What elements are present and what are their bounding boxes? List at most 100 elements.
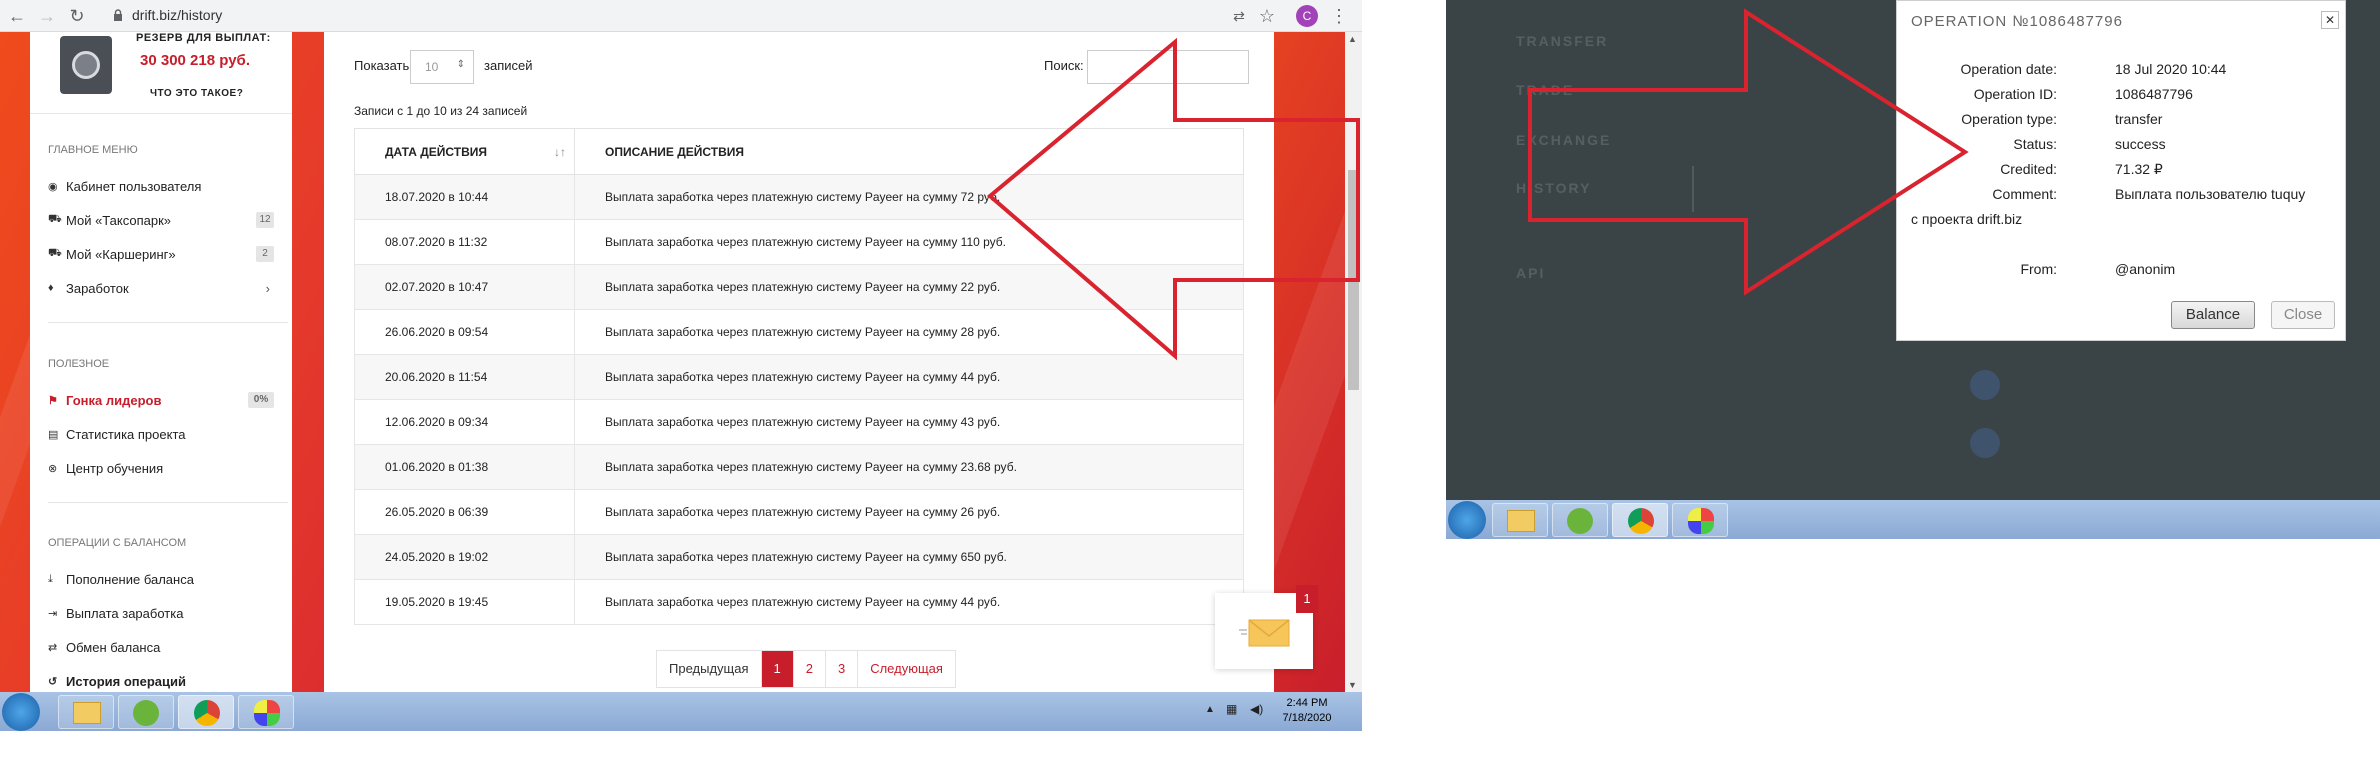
cell-date: 26.05.2020 в 06:39 [354, 489, 575, 535]
pagination-page-2[interactable]: 2 [794, 651, 826, 687]
clock-date: 7/18/2020 [1282, 712, 1332, 724]
sidebar-item-carsharing[interactable]: ⛟ Мой «Каршеринг» 2 [48, 243, 288, 265]
sidebar: РЕЗЕРВ ДЛЯ ВЫПЛАТ: 30 300 218 руб. ЧТО Э… [30, 32, 292, 692]
bg-menu-history: HISTORY [1516, 180, 1592, 196]
back-icon[interactable]: ← [6, 5, 28, 27]
dashboard-icon: ◉ [48, 180, 58, 193]
withdraw-icon: ⇥ [48, 607, 58, 620]
volume-icon[interactable]: ◀) [1250, 702, 1263, 716]
explorer-icon[interactable] [1492, 503, 1548, 537]
sort-updown-icon: ⇕ [456, 59, 465, 70]
pagination-prev[interactable]: Предыдущая [657, 651, 762, 687]
reload-icon[interactable]: ↻ [66, 5, 88, 27]
sidebar-item-stats[interactable]: ▤ Статистика проекта [48, 423, 288, 445]
sidebar-item-deposit[interactable]: ⤓ Пополнение баланса [48, 568, 288, 590]
history-icon: ↺ [48, 675, 58, 688]
sidebar-item-label: Центр обучения [66, 460, 164, 476]
history-panel: Показать 10 ⇕ записей Поиск: Записи с 1 … [324, 32, 1274, 692]
column-header-description[interactable]: ОПИСАНИЕ ДЕЙСТВИЯ [574, 128, 1244, 175]
page-size-select[interactable]: 10 ⇕ [410, 50, 474, 84]
sidebar-item-label: Кабинет пользователя [66, 178, 202, 194]
table-row: 19.05.2020 в 19:45 Выплата заработка чере… [354, 579, 1244, 625]
close-icon[interactable]: ✕ [2321, 11, 2339, 29]
tray-clock[interactable]: 2:44 PM 7/18/2020 [1272, 696, 1342, 726]
column-header-date[interactable]: ДАТА ДЕЙСТВИЯ ↓↑ [354, 128, 575, 175]
chrome-icon[interactable] [1612, 503, 1668, 537]
search-input[interactable] [1087, 50, 1249, 84]
sidebar-item-label: Обмен баланса [66, 639, 161, 655]
paint-icon[interactable] [1672, 503, 1728, 537]
show-label: Показать [354, 58, 410, 73]
forward-icon[interactable]: → [36, 5, 58, 27]
sidebar-item-learning[interactable]: ⊗ Центр обучения [48, 457, 288, 479]
history-table: ДАТА ДЕЙСТВИЯ ↓↑ ОПИСАНИЕ ДЕЙСТВИЯ 18.07.… [354, 128, 1244, 625]
field-value: 71.32 ₽ [2115, 161, 2163, 177]
bg-avatar-icon [1970, 370, 2000, 400]
table-row: 20.06.2020 в 11:54 Выплата заработка чере… [354, 354, 1244, 400]
table-row: 26.05.2020 в 06:39 Выплата заработка чере… [354, 489, 1244, 535]
browser-toolbar: ← → ↻ drift.biz/history ⇄ ☆ C ⋮ [0, 0, 1362, 32]
sidebar-item-dashboard[interactable]: ◉ Кабинет пользователя [48, 175, 288, 197]
field-value: Выплата пользователю tuquy [2115, 186, 2306, 202]
cell-description: Выплата заработка через платежную систем… [574, 264, 1244, 310]
records-label: записей [484, 58, 533, 73]
sidebar-item-label: Мой «Таксопарк» [66, 212, 172, 228]
pagination-page-1[interactable]: 1 [761, 651, 794, 687]
address-bar[interactable]: drift.biz/history [132, 7, 222, 23]
sidebar-item-exchange[interactable]: ⇄ Обмен баланса [48, 636, 288, 658]
sidebar-item-earnings[interactable]: ♦ Заработок › [48, 277, 288, 299]
pagination: Предыдущая 1 2 3 Следующая [656, 650, 956, 688]
bg-menu-trade: TRADE [1516, 82, 1575, 98]
from-label: From: [2020, 261, 2057, 277]
divider [48, 322, 288, 323]
sidebar-item-history[interactable]: ↺ История операций [48, 670, 288, 692]
cell-date: 24.05.2020 в 19:02 [354, 534, 575, 580]
lock-icon [114, 9, 122, 21]
close-button[interactable]: Close [2271, 301, 2335, 329]
scroll-down-icon[interactable]: ▼ [1348, 680, 1357, 690]
useful-title: ПОЛЕЗНОЕ [48, 358, 110, 370]
explorer-icon[interactable] [58, 695, 114, 729]
main-menu-title: ГЛАВНОЕ МЕНЮ [48, 144, 138, 156]
utorrent-icon[interactable] [1552, 503, 1608, 537]
sidebar-item-label: Пополнение баланса [66, 571, 194, 587]
scrollbar-thumb[interactable] [1348, 170, 1359, 390]
what-is-it-link[interactable]: ЧТО ЭТО ТАКОЕ? [150, 88, 243, 99]
cell-description: Выплата заработка через платежную систем… [574, 309, 1244, 355]
table-header: ДАТА ДЕЙСТВИЯ ↓↑ ОПИСАНИЕ ДЕЙСТВИЯ [354, 128, 1244, 175]
cell-description: Выплата заработка через платежную систем… [574, 579, 1244, 625]
field-label: Operation ID: [1973, 86, 2057, 102]
divider [1692, 166, 1694, 212]
pagination-next[interactable]: Следующая [858, 651, 955, 687]
tray-expand-icon[interactable]: ▲ [1205, 704, 1215, 715]
reserve-card: РЕЗЕРВ ДЛЯ ВЫПЛАТ: 30 300 218 руб. ЧТО Э… [30, 32, 292, 114]
pagination-page-3[interactable]: 3 [826, 651, 859, 687]
field-label: Credited: [2000, 161, 2057, 177]
translate-icon[interactable]: ⇄ [1228, 5, 1250, 27]
sidebar-item-label: Мой «Каршеринг» [66, 246, 176, 262]
utorrent-icon[interactable] [118, 695, 174, 729]
exchange-icon: ⇄ [48, 641, 58, 654]
field-value: transfer [2115, 111, 2163, 127]
percent-badge: 0% [248, 392, 274, 408]
start-button-icon[interactable] [1448, 501, 1486, 539]
start-button-icon[interactable] [2, 693, 40, 731]
network-icon[interactable]: ▦ [1226, 702, 1237, 716]
cell-description: Выплата заработка через платежную систем… [574, 489, 1244, 535]
sidebar-item-label: Выплата заработка [66, 605, 184, 621]
paint-icon[interactable] [238, 695, 294, 729]
column-header-label: ОПИСАНИЕ ДЕЙСТВИЯ [605, 144, 745, 159]
sidebar-item-withdraw[interactable]: ⇥ Выплата заработка [48, 602, 288, 624]
sidebar-item-leaders-race[interactable]: ⚑ Гонка лидеров 0% [48, 389, 288, 411]
profile-avatar[interactable]: C [1296, 5, 1318, 27]
chrome-icon[interactable] [178, 695, 234, 729]
menu-dots-icon[interactable]: ⋮ [1328, 5, 1350, 27]
browser-window: ← → ↻ drift.biz/history ⇄ ☆ C ⋮ РЕЗЕРВ Д… [0, 0, 1362, 731]
envelope-icon [1239, 619, 1290, 647]
bookmark-star-icon[interactable]: ☆ [1256, 5, 1278, 27]
cell-date: 12.06.2020 в 09:34 [354, 399, 575, 445]
scroll-up-icon[interactable]: ▲ [1348, 34, 1357, 44]
sidebar-item-taxi[interactable]: ⛟ Мой «Таксопарк» 12 [48, 209, 288, 231]
balance-button[interactable]: Balance [2171, 301, 2255, 329]
flag-icon: ⚑ [48, 394, 58, 407]
